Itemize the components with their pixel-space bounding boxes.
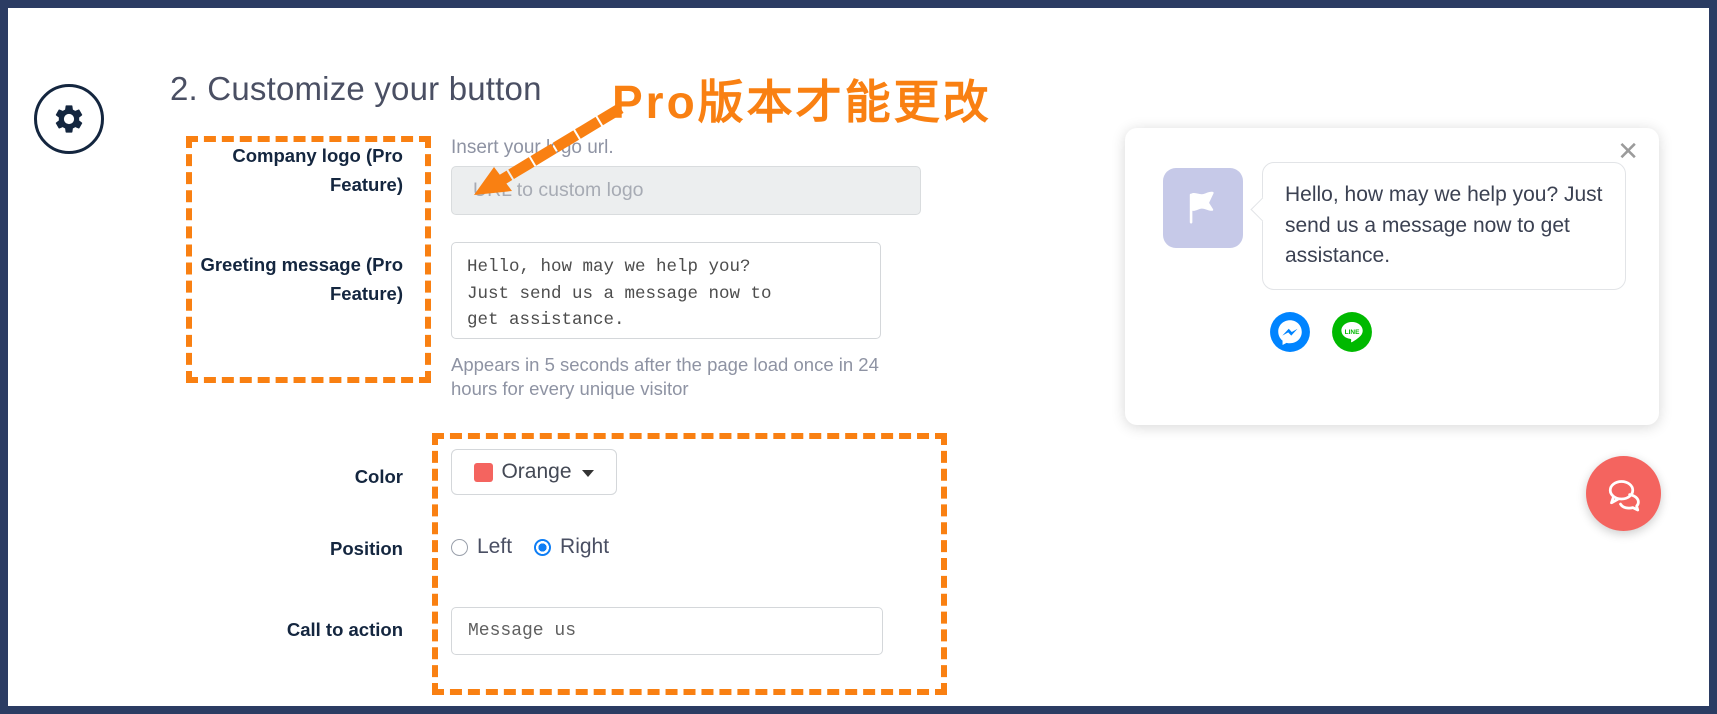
greeting-message-textarea[interactable]: Hello, how may we help you? Just send us… [451,242,881,339]
annotation-note: Pro版本才能更改 [612,76,992,128]
radio-option-left[interactable]: Left [451,535,512,559]
color-selected-label: Orange [501,460,572,483]
call-to-action-input[interactable]: Message us [451,607,883,655]
label-color: Color [354,466,403,487]
flag-icon [1189,191,1214,224]
label-company-logo: Company logo (Pro Feature) [232,145,403,195]
radio-label-right: Right [560,535,610,558]
color-select[interactable]: Orange [451,449,617,495]
close-icon[interactable]: ✕ [1617,138,1639,164]
label-position: Position [330,538,403,559]
color-swatch [474,462,494,482]
line-icon[interactable]: LINE [1331,311,1373,353]
radio-label-left: Left [477,535,513,558]
logo-url-input[interactable]: URL to custom logo [451,166,921,215]
messenger-icon[interactable] [1269,311,1311,353]
radio-indicator-left[interactable] [451,538,468,556]
radio-option-right[interactable]: Right [534,535,609,559]
chat-widget-preview: ✕ Hello, how may we help you? Just send … [1125,128,1659,425]
floating-chat-button[interactable] [1586,456,1661,531]
screenshot-root: 2. Customize your button Company logo (P… [0,0,1717,714]
avatar [1163,168,1243,248]
position-radio-group: Left Right [451,535,609,559]
chevron-down-icon [581,470,594,477]
chat-bubbles-icon [1608,479,1640,511]
social-channel-row: LINE [1269,311,1373,353]
radio-indicator-right[interactable] [534,538,552,556]
label-call-to-action: Call to action [286,619,403,640]
helper-insert-logo-url: Insert your logo url. [451,137,614,158]
label-greeting-message: Greeting message (Pro Feature) [200,254,403,304]
greeting-bubble: Hello, how may we help you? Just send us… [1262,162,1626,290]
svg-text:LINE: LINE [1345,329,1360,336]
helper-greeting-timing: Appears in 5 seconds after the page load… [451,354,879,400]
